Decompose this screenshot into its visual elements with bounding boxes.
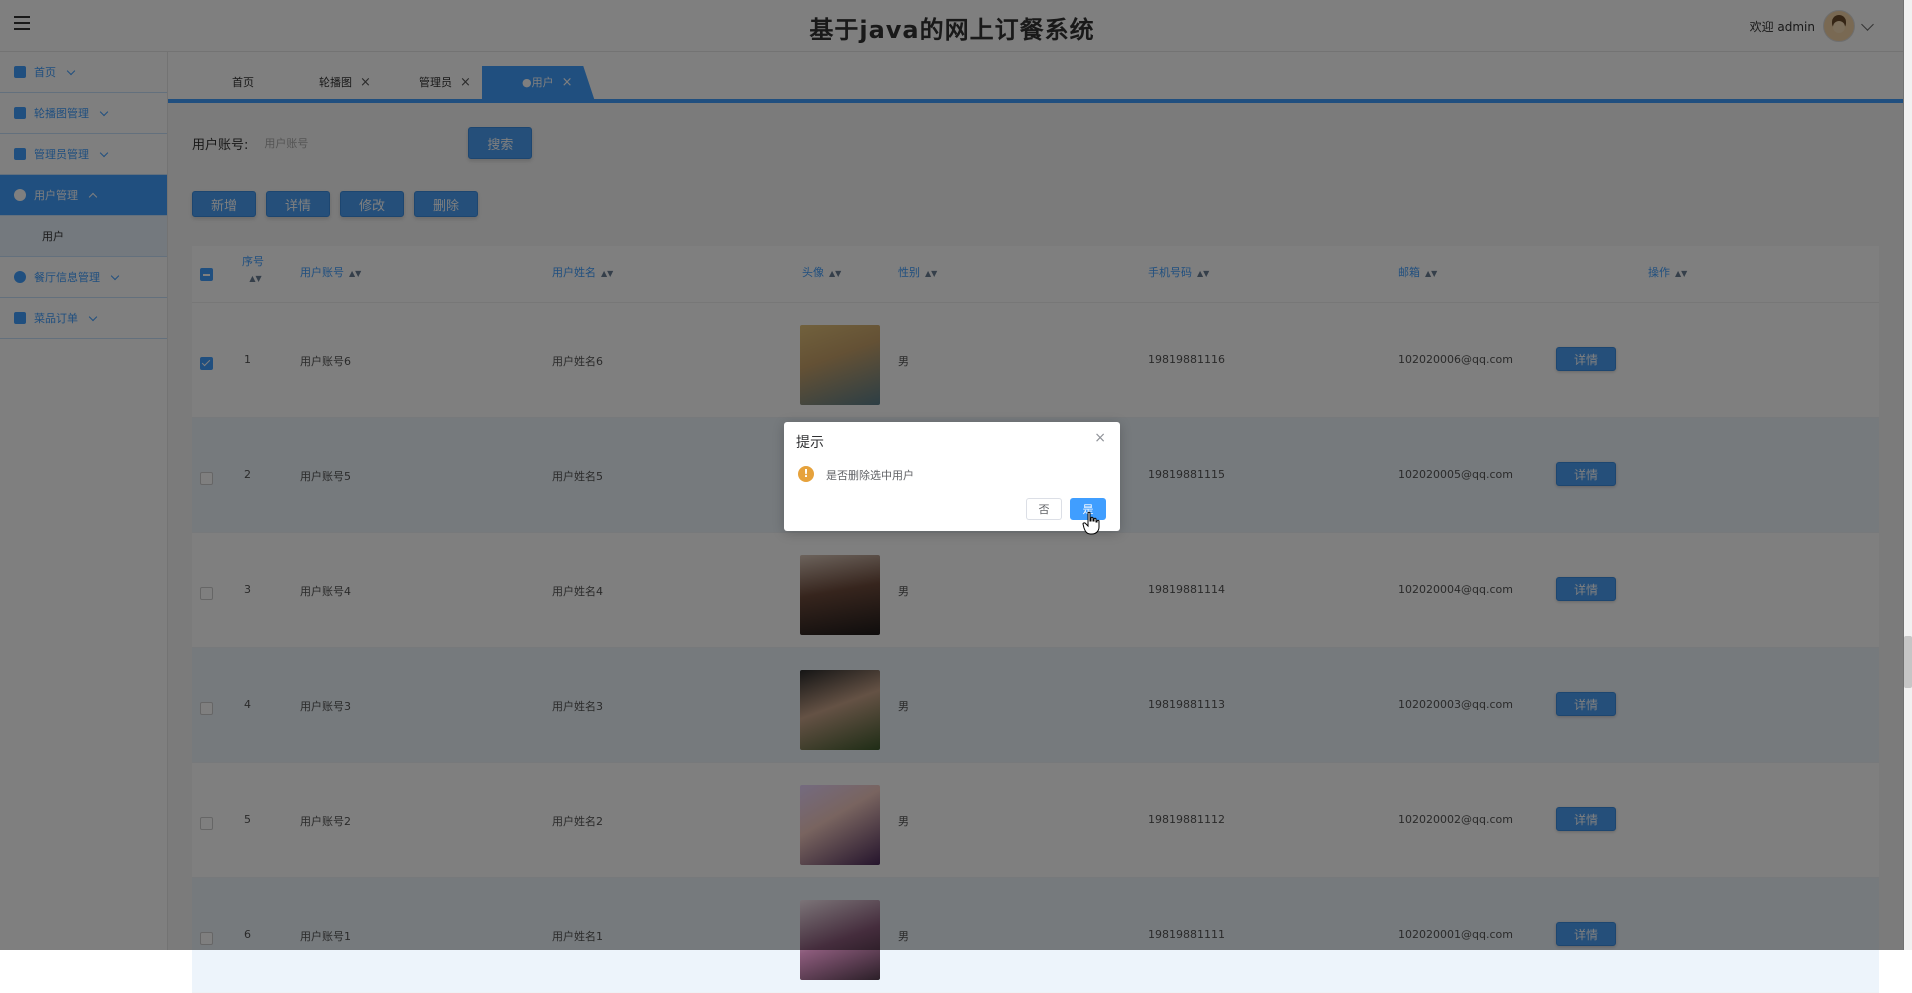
close-icon[interactable]: × (1094, 430, 1106, 446)
cancel-button[interactable]: 否 (1026, 498, 1062, 520)
warning-icon: ! (798, 466, 814, 482)
confirm-dialog: 提示 × ! 是否删除选中用户 否 是 (784, 422, 1120, 531)
dialog-title: 提示 (796, 435, 824, 451)
dialog-message: 是否删除选中用户 (826, 469, 914, 482)
hand-cursor-icon (1082, 511, 1100, 535)
scrollbar-thumb[interactable] (1904, 636, 1912, 688)
page-scrollbar[interactable] (1903, 0, 1912, 950)
